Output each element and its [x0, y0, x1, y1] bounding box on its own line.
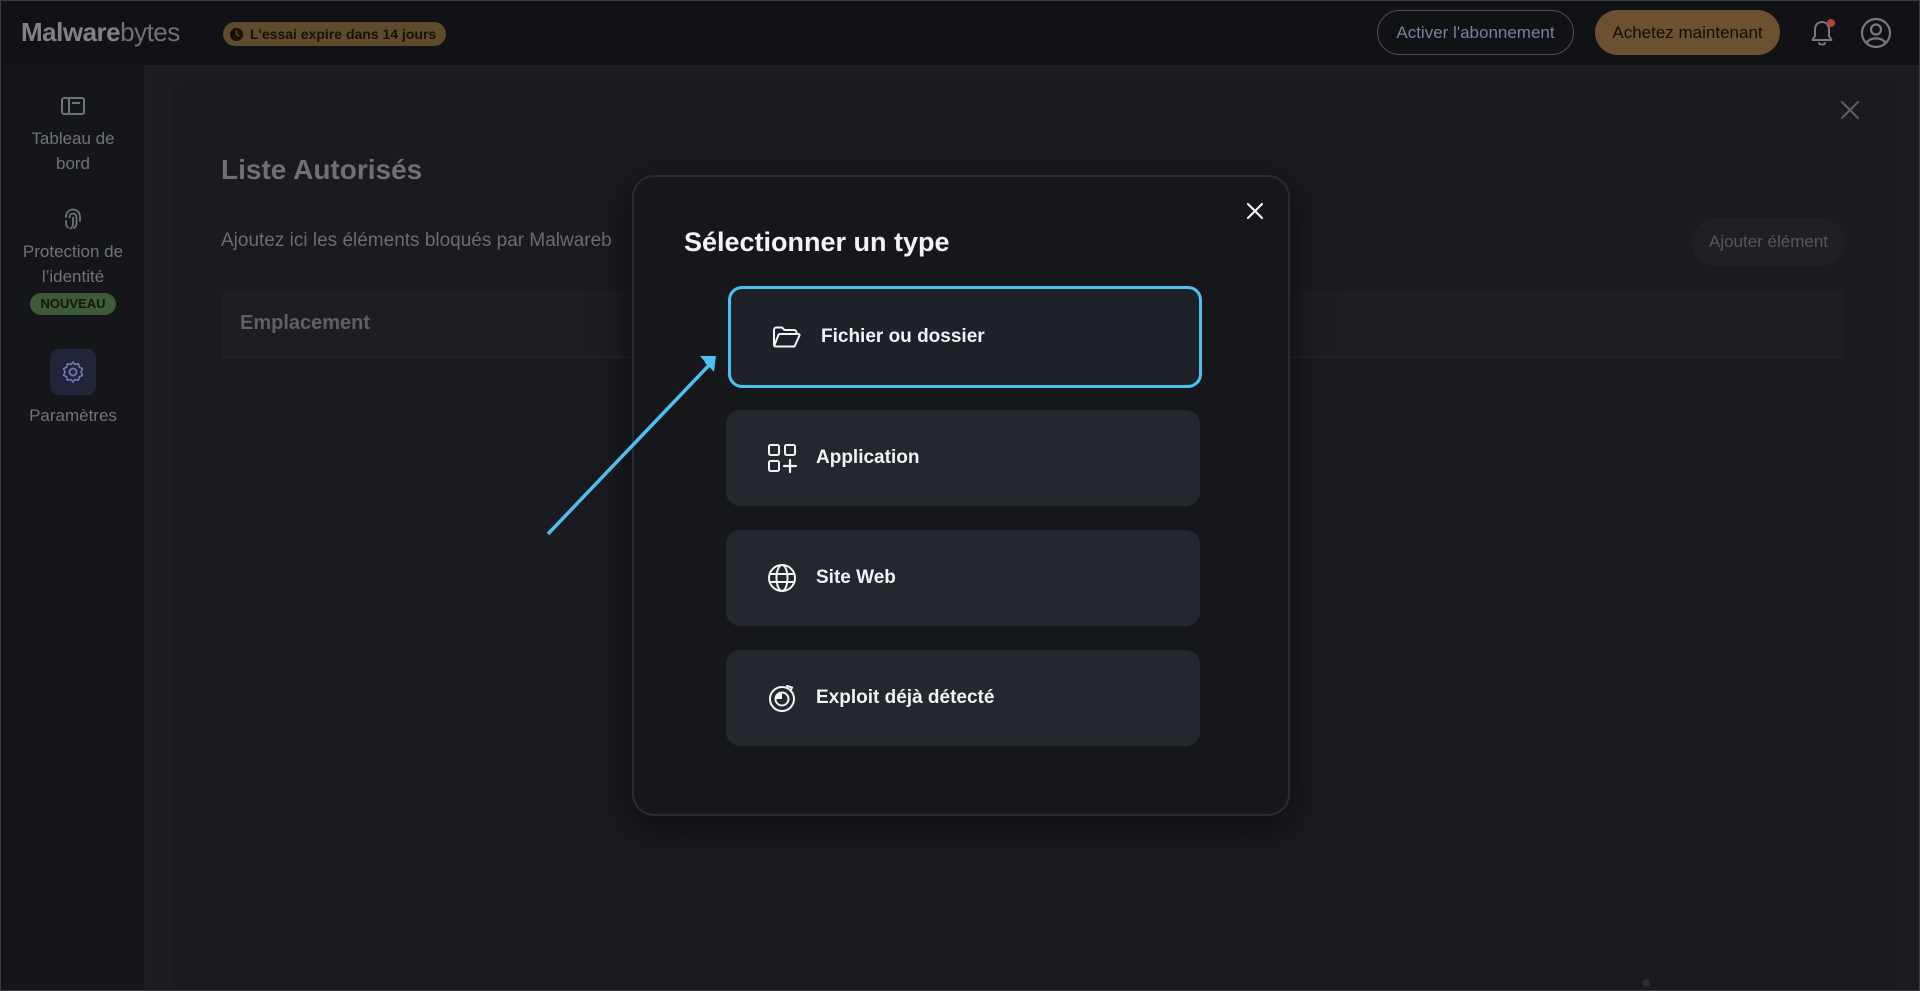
bell-icon[interactable]: [1806, 17, 1838, 49]
app-grid-plus-icon: [768, 444, 798, 474]
notification-dot: [1827, 19, 1835, 27]
fingerprint-icon: [65, 208, 81, 230]
add-item-button[interactable]: Ajouter élément: [1692, 218, 1845, 266]
close-icon[interactable]: [1838, 98, 1862, 122]
exploit-target-icon: [769, 685, 795, 712]
new-badge: NOUVEAU: [30, 293, 116, 315]
sidebar: Tableau de bord Protection de l’identité…: [1, 65, 145, 990]
option-exploit-detected[interactable]: Exploit déjà détecté: [726, 650, 1200, 746]
malwarebytes-logo: Malware bytes: [21, 17, 180, 47]
column-header-location[interactable]: Emplacement: [240, 312, 370, 335]
option-application[interactable]: Application: [726, 410, 1200, 506]
option-website[interactable]: Site Web: [726, 530, 1200, 626]
sidebar-item-identity[interactable]: Protection de l’identité NOUVEAU: [1, 205, 145, 315]
account-icon-graphic: [1860, 17, 1892, 49]
settings-icon-box: [50, 349, 96, 395]
scroll-indicator: [1642, 979, 1650, 987]
top-bar: Malware bytes L'essai expire dans 14 jour…: [1, 1, 1919, 65]
sidebar-item-settings[interactable]: Paramètres: [1, 349, 145, 428]
option-label: Exploit déjà détecté: [816, 687, 995, 708]
folder-open-icon: [773, 326, 801, 348]
logo-text-light: bytes: [120, 16, 180, 47]
page-title: Liste Autorisés: [221, 154, 423, 185]
dashboard-icon: [61, 97, 85, 115]
sidebar-item-dashboard[interactable]: Tableau de bord: [1, 92, 145, 176]
option-label: Fichier ou dossier: [821, 326, 985, 347]
clock-icon: [229, 27, 244, 41]
trial-badge: L'essai expire dans 14 jours: [223, 22, 447, 46]
user-circle-icon[interactable]: [1859, 16, 1893, 50]
option-file-or-folder[interactable]: Fichier ou dossier: [728, 286, 1202, 388]
sidebar-item-label: Paramètres: [29, 406, 117, 425]
dialog-title: Sélectionner un type: [684, 227, 950, 257]
globe-icon: [768, 564, 796, 592]
sidebar-item-label: Protection de l’identité: [22, 242, 124, 286]
close-icon[interactable]: [1243, 199, 1267, 223]
select-type-dialog: Sélectionner un type Fichier ou dossier …: [632, 175, 1290, 816]
option-label: Site Web: [816, 567, 896, 588]
activate-subscription-button[interactable]: Activer l'abonnement: [1377, 10, 1574, 55]
sidebar-item-label: Tableau de bord: [31, 129, 115, 173]
buy-now-button[interactable]: Achetez maintenant: [1595, 10, 1780, 55]
logo-text-bold: Malware: [21, 16, 121, 47]
page-description: Ajoutez ici les éléments bloqués par Mal…: [221, 230, 612, 251]
trial-badge-text: L'essai expire dans 14 jours: [250, 26, 437, 42]
gear-icon: [62, 361, 84, 383]
option-label: Application: [816, 447, 920, 468]
